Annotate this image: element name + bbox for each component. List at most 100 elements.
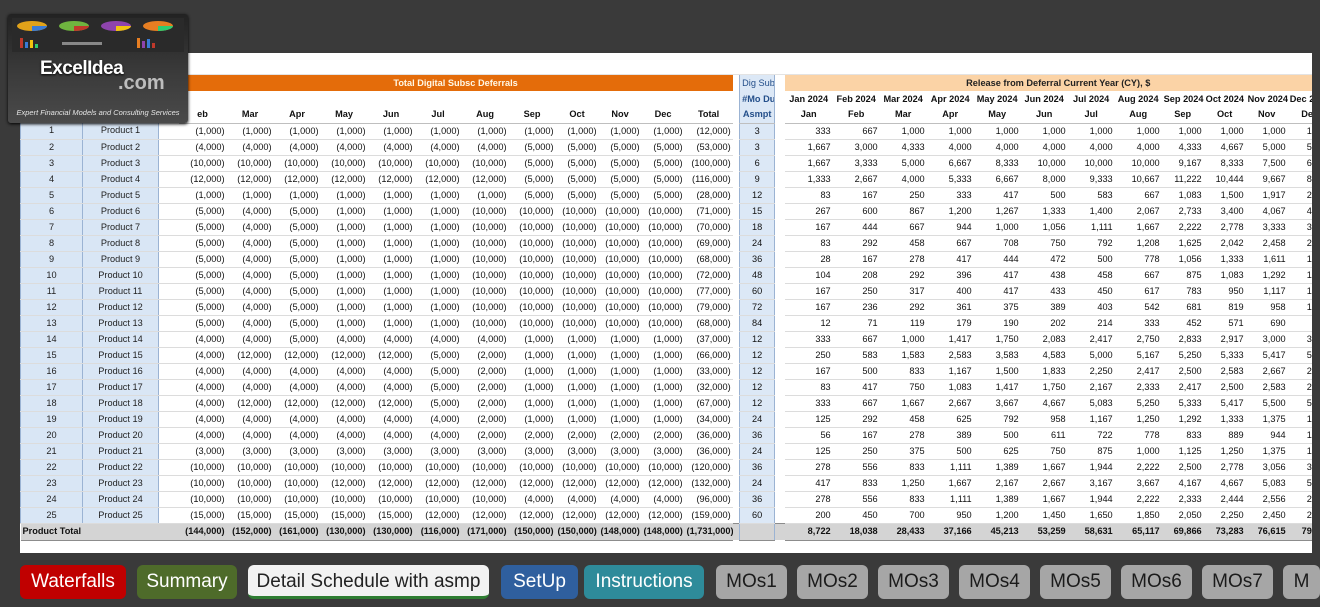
release-cell[interactable]: 452 [1161, 315, 1204, 332]
release-cell[interactable]: 4,067 [1245, 203, 1288, 220]
release-cell[interactable]: 1,083 [1203, 267, 1246, 284]
spacer-cell[interactable] [732, 475, 740, 491]
release-cell[interactable]: 810 [1287, 315, 1312, 332]
deferral-cell[interactable]: (1,000) [320, 315, 368, 332]
deferral-cell[interactable]: (4,000) [555, 491, 599, 508]
release-cell[interactable]: 2,667 [1287, 491, 1312, 508]
deferral-total-cell[interactable]: (1,731,000) [684, 522, 733, 541]
release-cell[interactable]: 2,458 [1245, 235, 1288, 252]
deferral-cell[interactable]: (34,000) [684, 411, 733, 428]
deferral-cell[interactable]: (1,000) [273, 187, 321, 204]
deferral-cell[interactable]: (4,000) [320, 363, 368, 380]
release-cell[interactable]: 2,778 [1203, 219, 1246, 236]
release-cell[interactable]: 2,444 [1203, 491, 1246, 508]
spacer-cell[interactable] [158, 459, 179, 476]
release-cell[interactable]: 4,167 [1161, 475, 1204, 492]
release-cell[interactable]: 2,333 [1114, 379, 1162, 396]
left-section-title[interactable]: Total Digital Subsc Deferrals [178, 75, 733, 91]
spacer-cell[interactable] [774, 427, 785, 443]
release-cell[interactable]: 833 [1161, 427, 1204, 444]
release-cell[interactable]: 1,944 [1067, 459, 1115, 476]
release-cell[interactable]: 1,667 [784, 155, 833, 172]
release-month-header[interactable]: Jun 2024 [1021, 91, 1068, 107]
release-cell[interactable]: 2,875 [1287, 235, 1312, 252]
product-name-cell[interactable]: Product 25 [82, 507, 159, 524]
release-cell[interactable]: 1,292 [1161, 411, 1204, 428]
release-month-header[interactable]: Aug 2024 [1115, 91, 1162, 107]
release-total-cell[interactable]: 53,259 [1020, 522, 1068, 541]
deferral-cell[interactable]: (10,000) [461, 155, 509, 172]
release-cell[interactable]: 2,083 [1020, 331, 1068, 348]
deferral-cell[interactable]: (10,000) [508, 315, 556, 332]
duration-cell[interactable]: 12 [739, 331, 776, 348]
release-cell[interactable]: 417 [926, 251, 974, 268]
deferral-cell[interactable]: (10,000) [461, 283, 509, 300]
release-cell[interactable]: 5,333 [1161, 395, 1204, 412]
release-cell[interactable]: 5,000 [1287, 139, 1312, 156]
deferral-cell[interactable]: (3,000) [320, 443, 368, 460]
release-cell[interactable]: 722 [1067, 427, 1115, 444]
deferral-cell[interactable]: (1,000) [320, 299, 368, 316]
deferral-column-header[interactable]: Jun [367, 107, 415, 124]
deferral-cell[interactable]: (10,000) [641, 283, 685, 300]
release-cell[interactable]: 1,611 [1245, 251, 1288, 268]
release-cell[interactable]: 8,889 [1287, 171, 1312, 188]
release-cell[interactable]: 444 [973, 251, 1021, 268]
deferral-cell[interactable]: (5,000) [273, 331, 321, 348]
row-number-cell[interactable]: 16 [20, 363, 83, 380]
deferral-cell[interactable]: (5,000) [273, 283, 321, 300]
release-cell[interactable]: 1,417 [926, 331, 974, 348]
release-cell[interactable]: 250 [832, 283, 880, 300]
release-month-header[interactable]: Dec 2024 [1288, 91, 1312, 107]
sheet-tab[interactable]: Summary [137, 565, 237, 599]
spacer-cell[interactable] [774, 235, 785, 251]
spacer-cell[interactable] [158, 283, 179, 300]
deferral-cell[interactable]: (4,000) [598, 491, 642, 508]
release-cell[interactable]: 5,417 [1245, 347, 1288, 364]
release-cell[interactable]: 389 [1020, 299, 1068, 316]
deferral-cell[interactable]: (10,000) [598, 315, 642, 332]
spacer-cell[interactable] [732, 507, 740, 523]
release-cell[interactable]: 167 [832, 187, 880, 204]
release-cell[interactable]: 6,667 [973, 171, 1021, 188]
release-cell[interactable]: 125 [784, 411, 833, 428]
release-cell[interactable]: 5,167 [1114, 347, 1162, 364]
release-cell[interactable]: 1,450 [1020, 507, 1068, 524]
spacer-cell[interactable] [158, 379, 179, 396]
release-cell[interactable]: 1,650 [1067, 507, 1115, 524]
deferral-cell[interactable]: (1,000) [641, 123, 685, 140]
spacer-cell[interactable] [732, 219, 740, 235]
release-cell[interactable]: 500 [973, 427, 1021, 444]
release-cell[interactable]: 200 [784, 507, 833, 524]
row-number-cell[interactable]: 4 [20, 171, 83, 188]
spacer-cell[interactable] [732, 331, 740, 347]
deferral-cell[interactable]: (15,000) [367, 507, 415, 524]
spacer-cell[interactable] [774, 299, 785, 315]
spacer-cell[interactable] [774, 219, 785, 235]
deferral-cell[interactable]: (132,000) [684, 475, 733, 492]
deferral-cell[interactable]: (5,000) [178, 299, 227, 316]
release-cell[interactable]: 958 [1245, 299, 1288, 316]
release-cell[interactable]: 375 [879, 443, 927, 460]
release-cell[interactable]: 4,000 [1020, 139, 1068, 156]
release-cell[interactable]: 292 [879, 267, 927, 284]
release-cell[interactable]: 1,200 [973, 507, 1021, 524]
deferral-cell[interactable]: (4,000) [367, 427, 415, 444]
release-cell[interactable]: 278 [784, 491, 833, 508]
release-cell[interactable]: 1,333 [1203, 251, 1246, 268]
release-cell[interactable]: 5,417 [1203, 395, 1246, 412]
deferral-cell[interactable]: (12,000) [598, 507, 642, 524]
release-cell[interactable]: 202 [1020, 315, 1068, 332]
release-total-cell[interactable]: 45,213 [973, 522, 1021, 541]
deferral-cell[interactable]: (12,000) [320, 475, 368, 492]
deferral-cell[interactable]: (3,000) [367, 443, 415, 460]
spacer-cell[interactable] [158, 299, 179, 316]
deferral-cell[interactable]: (100,000) [684, 155, 733, 172]
deferral-cell[interactable]: (10,000) [461, 267, 509, 284]
release-column-header[interactable]: Apr [926, 107, 974, 124]
sheet-tab[interactable]: MOs3 [878, 565, 949, 599]
deferral-cell[interactable]: (10,000) [508, 203, 556, 220]
deferral-cell[interactable]: (12,000) [555, 507, 599, 524]
deferral-cell[interactable]: (10,000) [461, 219, 509, 236]
row-number-cell[interactable]: 11 [20, 283, 83, 300]
